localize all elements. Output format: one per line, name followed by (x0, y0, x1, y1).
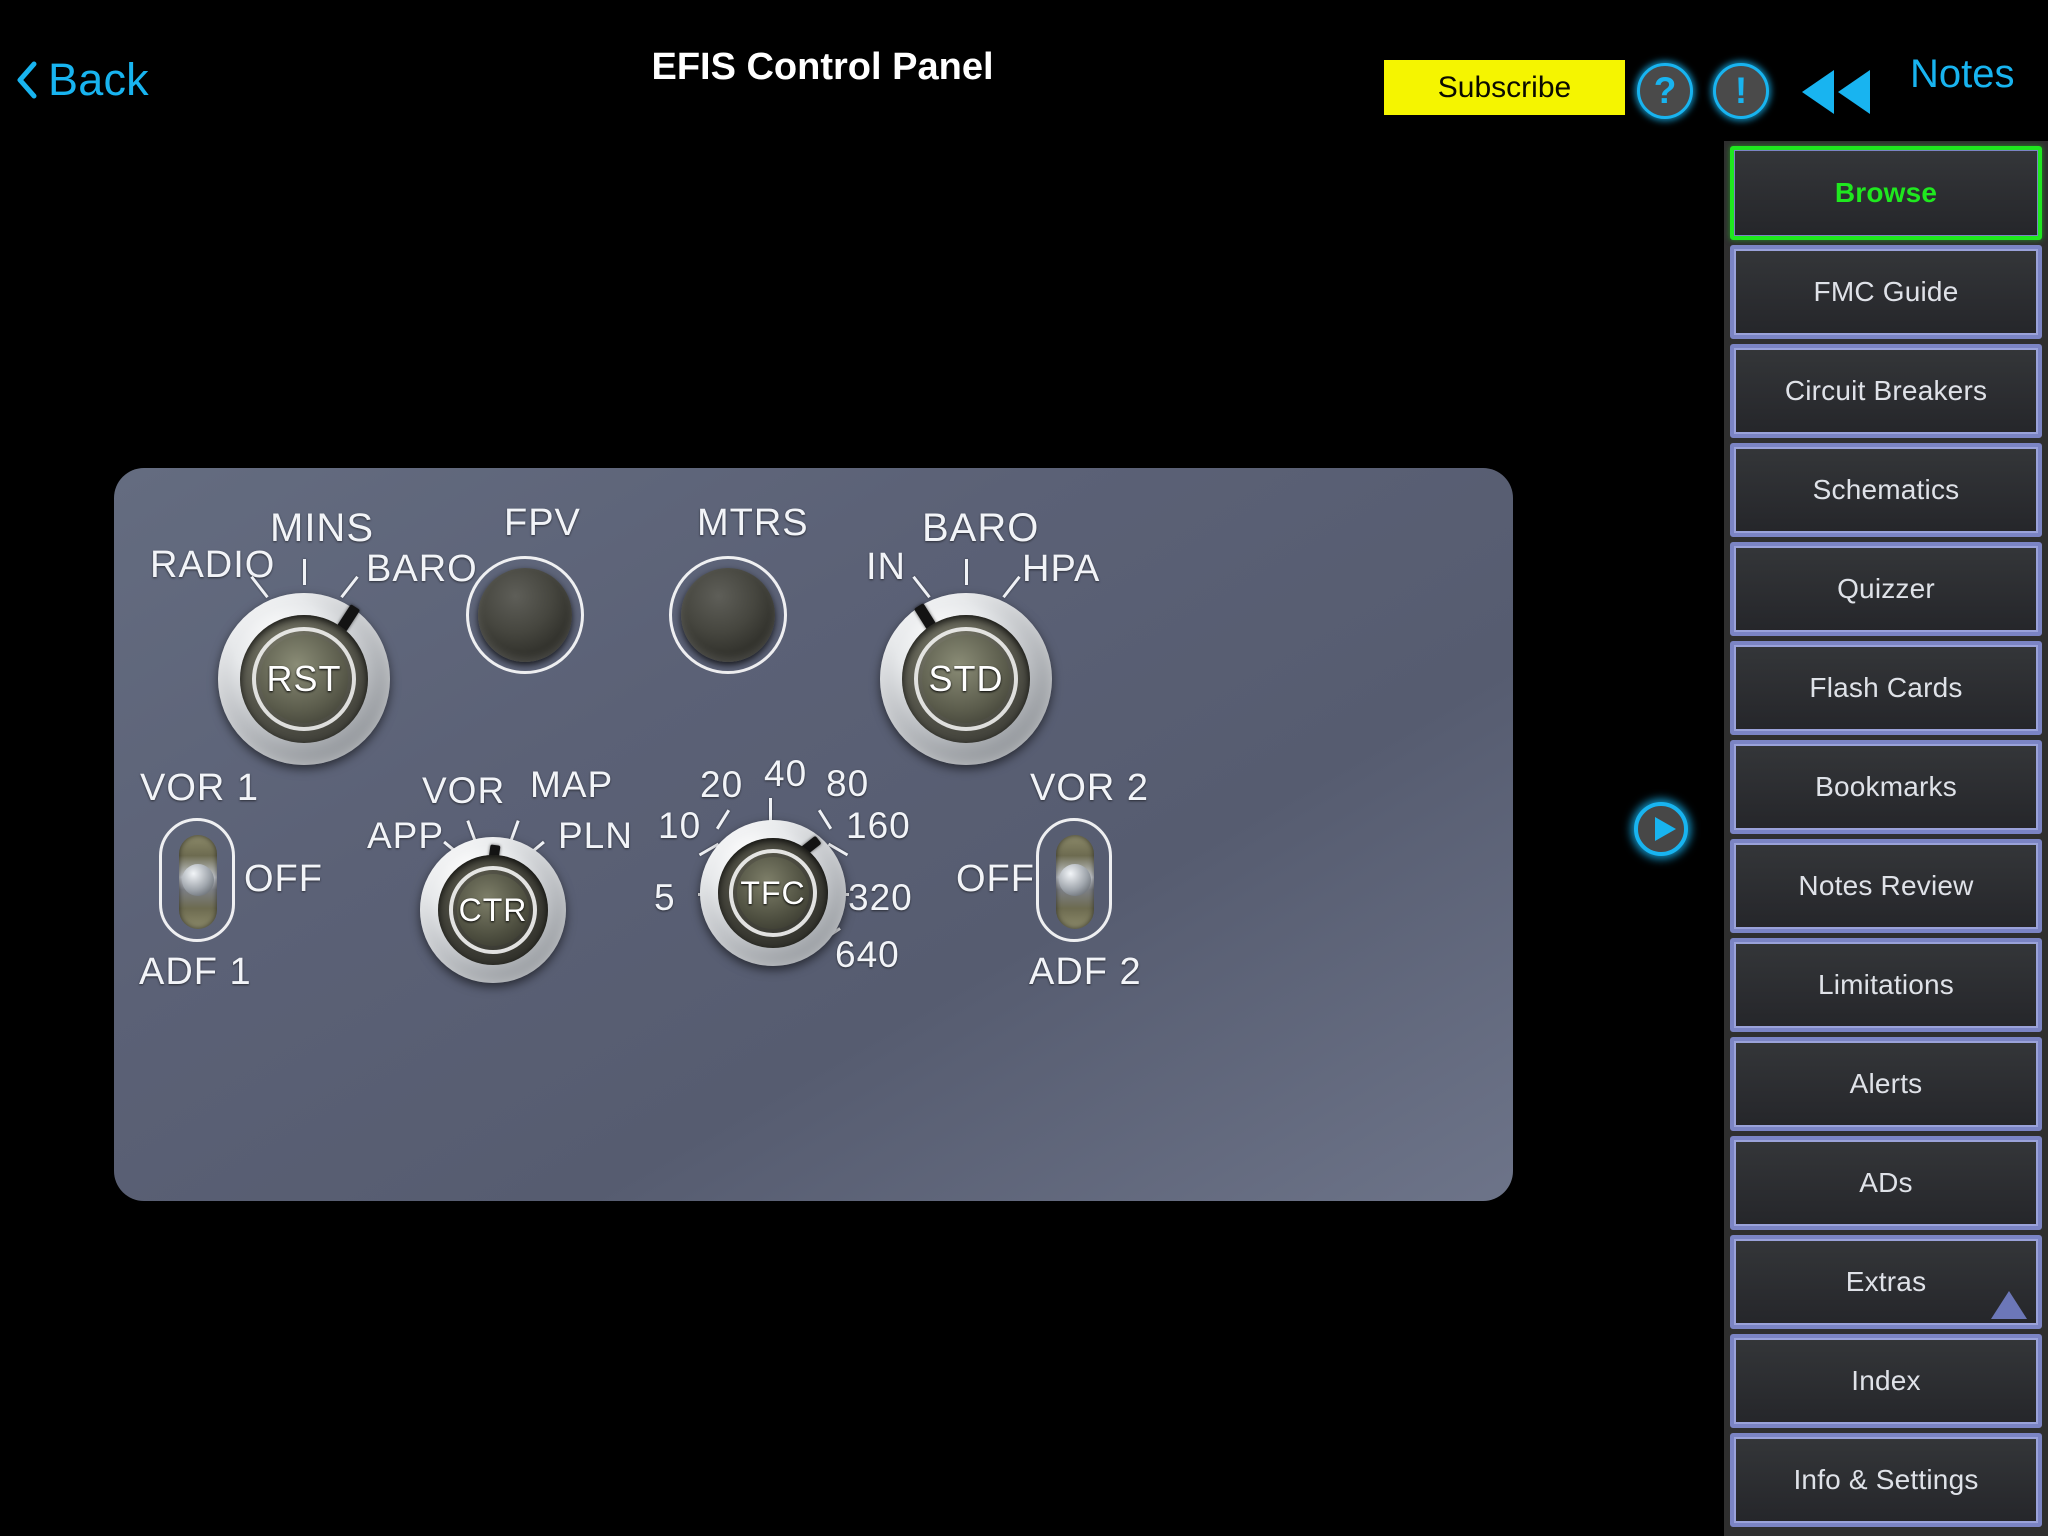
sidebar-item-extras[interactable]: Extras (1730, 1235, 2042, 1329)
sidebar-item-label: ADs (1859, 1167, 1913, 1198)
sidebar-item-info-settings[interactable]: Info & Settings (1730, 1433, 2042, 1527)
baro-knob[interactable]: STD (880, 593, 1052, 765)
rewind-icon[interactable] (1800, 68, 1872, 116)
range-knob-center-button[interactable]: TFC (737, 857, 809, 929)
triangle-up-icon (1991, 1291, 2027, 1319)
ctr-knob-label-pln: PLN (558, 815, 633, 856)
right-sidebar: Browse FMC Guide Circuit Breakers Schematic… (1724, 141, 2048, 1536)
sidebar-item-label: Index (1851, 1365, 1921, 1396)
sidebar-item-label: Flash Cards (1809, 672, 1963, 703)
range-knob-label-5: 5 (654, 877, 676, 918)
baro-tick-baro (965, 559, 968, 585)
range-knob-label-10: 10 (658, 805, 702, 846)
sidebar-item-label: Schematics (1812, 474, 1960, 505)
sidebar-item-label: Circuit Breakers (1784, 375, 1988, 406)
sidebar-item-label: Info & Settings (1793, 1464, 1979, 1495)
sidebar-item-ads[interactable]: ADs (1730, 1136, 2042, 1230)
vor1-switch-top-label: VOR 1 (140, 767, 260, 809)
fpv-button-label: FPV (504, 502, 581, 544)
baro-knob-label-baro: BARO (922, 506, 1040, 550)
vor2-switch-mid-label: OFF (956, 858, 1035, 900)
ctr-knob-label-map: MAP (530, 764, 614, 805)
center-mode-knob[interactable]: CTR (420, 837, 566, 983)
notes-button[interactable]: Notes (1910, 52, 2015, 97)
mins-knob-center-label: RST (266, 658, 342, 699)
sidebar-item-schematics[interactable]: Schematics (1730, 443, 2042, 537)
range-knob-label-20: 20 (700, 764, 744, 805)
mtrs-button[interactable] (669, 556, 787, 674)
baro-tick-in (912, 575, 931, 599)
range-knob[interactable]: TFC (700, 820, 846, 966)
sidebar-item-label: Browse (1834, 177, 1938, 208)
vor1-switch-ball (182, 864, 214, 896)
range-tick-20 (715, 809, 731, 830)
mtrs-button-cap (681, 568, 775, 662)
play-triangle-icon (1655, 817, 1676, 841)
vor2-adf2-switch[interactable] (1036, 818, 1112, 942)
range-tick-80 (817, 809, 833, 830)
vor1-adf1-switch[interactable] (159, 818, 235, 942)
top-navigation-bar: Back EFIS Control Panel Subscribe ? ! No… (0, 0, 2048, 141)
notes-button-label: Notes (1910, 52, 2015, 96)
sidebar-item-limitations[interactable]: Limitations (1730, 938, 2042, 1032)
baro-knob-label-hpa: HPA (1022, 548, 1101, 590)
range-tick-40 (769, 798, 772, 822)
fpv-button-cap (478, 568, 572, 662)
baro-knob-center-button[interactable]: STD (922, 635, 1010, 723)
sidebar-item-bookmarks[interactable]: Bookmarks (1730, 740, 2042, 834)
vor2-switch-ball (1059, 864, 1091, 896)
ctr-knob-center-button[interactable]: CTR (457, 874, 529, 946)
vor1-switch-mid-label: OFF (244, 858, 323, 900)
sidebar-item-notes-review[interactable]: Notes Review (1730, 839, 2042, 933)
sidebar-item-label: Alerts (1849, 1068, 1923, 1099)
baro-tick-hpa (1002, 575, 1021, 599)
sidebar-item-index[interactable]: Index (1730, 1334, 2042, 1428)
mins-tick-baro (340, 575, 359, 599)
ctr-knob-center-label: CTR (458, 891, 528, 928)
range-knob-label-40: 40 (764, 753, 808, 794)
sidebar-item-label: Quizzer (1837, 573, 1935, 604)
range-knob-center-label: TFC (740, 874, 806, 911)
sidebar-item-label: Limitations (1817, 969, 1955, 1000)
fpv-button[interactable] (466, 556, 584, 674)
mtrs-button-label: MTRS (697, 502, 809, 544)
vor2-switch-top-label: VOR 2 (1030, 767, 1150, 809)
range-knob-label-80: 80 (826, 763, 870, 804)
sidebar-item-circuit-breakers[interactable]: Circuit Breakers (1730, 344, 2042, 438)
mins-knob-label-baro: BARO (366, 548, 478, 590)
warning-icon-glyph: ! (1734, 70, 1748, 111)
mins-tick-mins (303, 559, 306, 585)
vor1-switch-bottom-label: ADF 1 (139, 951, 252, 993)
mins-knob-label-mins: MINS (270, 506, 374, 550)
sidebar-item-label: Bookmarks (1815, 771, 1957, 802)
app-root: Back EFIS Control Panel Subscribe ? ! No… (0, 0, 2048, 1536)
ctr-knob-label-vor: VOR (422, 770, 506, 811)
range-knob-label-640: 640 (835, 934, 900, 975)
ctr-knob-label-app: APP (367, 815, 445, 856)
subscribe-button[interactable]: Subscribe (1384, 60, 1625, 115)
efis-control-panel: RADIO MINS BARO RST FPV MTRS IN BARO HPA (114, 468, 1513, 1201)
baro-knob-center-label: STD (928, 658, 1004, 699)
range-knob-label-160: 160 (846, 805, 911, 846)
sidebar-item-alerts[interactable]: Alerts (1730, 1037, 2042, 1131)
mins-knob[interactable]: RST (218, 593, 390, 765)
baro-knob-label-in: IN (866, 546, 906, 588)
help-icon[interactable]: ? (1637, 63, 1693, 119)
sidebar-item-quizzer[interactable]: Quizzer (1730, 542, 2042, 636)
sidebar-item-flash-cards[interactable]: Flash Cards (1730, 641, 2042, 735)
mins-knob-center-button[interactable]: RST (260, 635, 348, 723)
sidebar-item-fmc-guide[interactable]: FMC Guide (1730, 245, 2042, 339)
sidebar-item-label: Extras (1845, 1266, 1927, 1297)
sidebar-item-label: Notes Review (1798, 870, 1974, 901)
help-icon-glyph: ? (1653, 70, 1677, 111)
vor2-switch-bottom-label: ADF 2 (1029, 951, 1142, 993)
sidebar-item-browse[interactable]: Browse (1730, 146, 2042, 240)
range-knob-label-320: 320 (848, 877, 913, 918)
warning-icon[interactable]: ! (1713, 63, 1769, 119)
sidebar-item-label: FMC Guide (1813, 276, 1959, 307)
subscribe-button-label: Subscribe (1437, 70, 1572, 104)
sidebar-expander-button[interactable] (1634, 802, 1688, 856)
